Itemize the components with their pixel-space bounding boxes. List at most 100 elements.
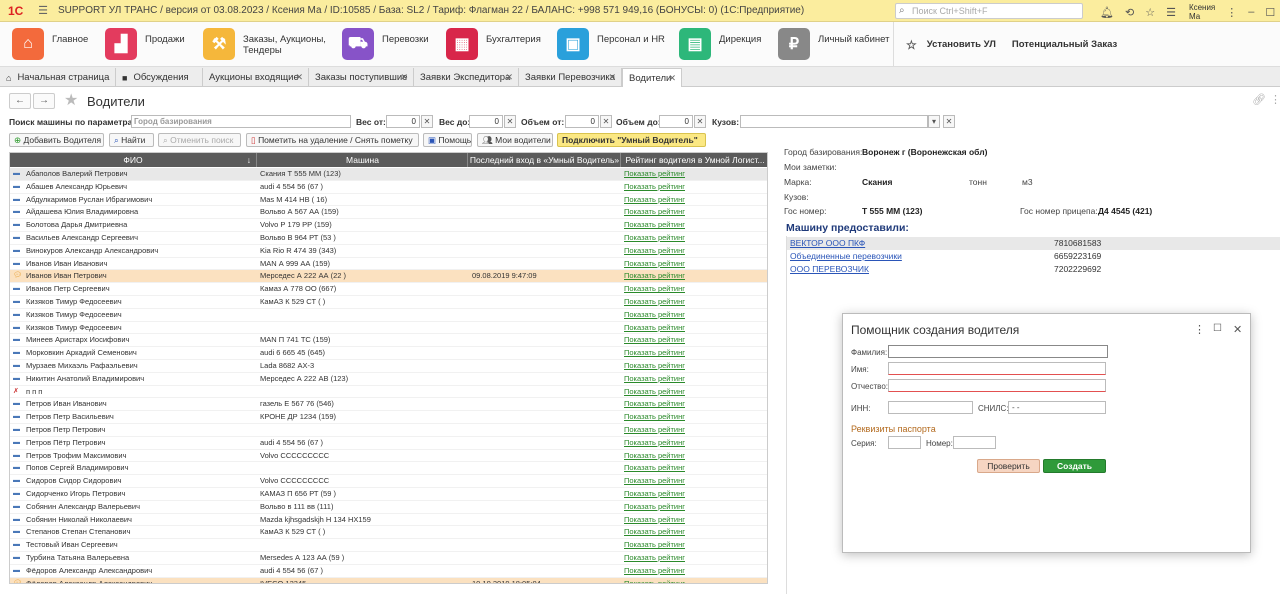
tab-forwarder-requests[interactable]: Заявки Экспедитора ✕: [414, 68, 519, 87]
provider-row[interactable]: ООО ПЕРЕВОЗЧИК 7202229692: [786, 263, 1280, 276]
table-row[interactable]: ▬ Винокуров Александр Александрович Kia Ri…: [10, 245, 767, 258]
favorites-star-icon[interactable]: ☆: [906, 38, 917, 52]
clear-volume-to-icon[interactable]: ✕: [694, 115, 706, 128]
table-row[interactable]: ▬ Мурзаев Михаэль Рафаэльевич Lada 8682 АХ…: [10, 360, 767, 373]
show-rating-link[interactable]: Показать рейтинг: [624, 398, 764, 411]
close-tab-icon[interactable]: ✕: [668, 73, 676, 84]
show-rating-link[interactable]: Показать рейтинг: [624, 322, 764, 335]
tab-carrier-requests[interactable]: Заявки Перевозчика ✕: [519, 68, 622, 87]
table-row[interactable]: 💬︎ Фёдоров Александр Александрович IVECO 1…: [10, 577, 767, 583]
tab-discussions[interactable]: ■ Обсуждения: [116, 68, 203, 87]
minimize-icon[interactable]: –: [1248, 6, 1254, 18]
table-row[interactable]: ▬ Фёдоров Александр Александрович audi 4 5…: [10, 565, 767, 578]
show-rating-link[interactable]: Показать рейтинг: [624, 437, 764, 450]
table-row[interactable]: ▬ Попов Сергей Владимирович Показать рейти…: [10, 462, 767, 476]
table-row[interactable]: ▬ Петров Пётр Петрович audi 4 554 56 (67 )…: [10, 437, 767, 450]
header-rating[interactable]: Рейтинг водителя в Умной Логист...: [622, 153, 767, 167]
show-rating-link[interactable]: Показать рейтинг: [624, 334, 764, 347]
more-actions-icon[interactable]: ⋮: [1270, 93, 1280, 106]
section-sales[interactable]: ▟ Продажи: [105, 28, 185, 60]
table-row[interactable]: ▬ Петров Иван Иванович газель Е 567 76 (54…: [10, 398, 767, 412]
show-rating-link[interactable]: Показать рейтинг: [624, 411, 764, 424]
weight-from-input[interactable]: 0: [386, 115, 420, 128]
show-rating-link[interactable]: Показать рейтинг: [624, 373, 764, 386]
clear-weight-to-icon[interactable]: ✕: [504, 115, 516, 128]
show-rating-link[interactable]: Показать рейтинг: [624, 360, 764, 373]
city-search-input[interactable]: Город базирования: [131, 115, 351, 128]
global-search-input[interactable]: ⌕ Поиск Ctrl+Shift+F: [895, 3, 1083, 19]
current-user[interactable]: Ксения Ма: [1189, 3, 1215, 21]
table-row[interactable]: ▬ Болотова Дарья Дмитриевна Volvo Р 179 РР…: [10, 219, 767, 232]
surname-input[interactable]: [888, 345, 1108, 358]
table-row[interactable]: ▬ Тестовый Иван Сергеевич Показать рейтинг: [10, 539, 767, 552]
table-row[interactable]: ▬ Степанов Степан Степанович КамАЗ К 529 С…: [10, 526, 767, 540]
add-driver-button[interactable]: ⊕ Добавить Водителя: [9, 133, 104, 147]
show-rating-link[interactable]: Показать рейтинг: [624, 194, 764, 207]
clear-weight-from-icon[interactable]: ✕: [421, 115, 433, 128]
provider-link[interactable]: ВЕКТОР ООО ПКФ: [790, 238, 865, 248]
cancel-search-button[interactable]: ⌕ Отменить поиск: [158, 133, 241, 147]
table-row[interactable]: ▬ Сидорченко Игорь Петрович КАМАЗ П 656 РТ…: [10, 488, 767, 501]
section-transport[interactable]: ⛟ Перевозки: [342, 28, 429, 60]
create-button[interactable]: Создать: [1043, 459, 1106, 473]
table-row[interactable]: ▬ Собянин Николай Николаевич Mazda kjhsgad…: [10, 514, 767, 527]
close-tab-icon[interactable]: ✕: [608, 72, 616, 83]
table-row[interactable]: ▬ Иванов Иван Иванович MAN А 999 АА (159) П…: [10, 258, 767, 271]
show-rating-link[interactable]: Показать рейтинг: [624, 296, 764, 309]
passport-number-input[interactable]: [953, 436, 996, 449]
provider-link[interactable]: Объединенные перевозчики: [790, 251, 902, 261]
show-rating-link[interactable]: Показать рейтинг: [624, 232, 764, 245]
mark-delete-button[interactable]: ▯ Пометить на удаление / Снять пометку: [246, 133, 419, 147]
tab-orders[interactable]: Заказы поступившие ✕: [309, 68, 414, 87]
chevron-down-icon[interactable]: ▾: [928, 115, 940, 128]
maximize-icon[interactable]: ☐: [1265, 6, 1275, 19]
show-rating-link[interactable]: Показать рейтинг: [624, 283, 764, 296]
dialog-more-icon[interactable]: ⋮: [1194, 323, 1205, 336]
table-row[interactable]: ▬ Кизяков Тимур Федосеевич Показать рейтин…: [10, 309, 767, 322]
show-rating-link[interactable]: Показать рейтинг: [624, 386, 764, 399]
provider-row[interactable]: ВЕКТОР ООО ПКФ 7810681583: [786, 237, 1280, 250]
show-rating-link[interactable]: Показать рейтинг: [624, 539, 764, 552]
show-rating-link[interactable]: Показать рейтинг: [624, 450, 764, 463]
tab-home[interactable]: ⌂ Начальная страница: [0, 68, 116, 87]
table-row[interactable]: ▬ Сидоров Сидор Сидорович Volvo ССССССССС П…: [10, 475, 767, 488]
user-menu-icon[interactable]: ☰: [1166, 6, 1176, 19]
table-row[interactable]: ▬ Кизяков Тимур Федосеевич КамАЗ К 529 СТ …: [10, 296, 767, 309]
patronymic-input[interactable]: [888, 379, 1106, 392]
table-row[interactable]: ▬ Абаполов Валерий Петрович Скания Т 555 М…: [10, 168, 767, 181]
show-rating-link[interactable]: Показать рейтинг: [624, 514, 764, 527]
close-tab-icon[interactable]: ✕: [400, 72, 408, 83]
show-rating-link[interactable]: Показать рейтинг: [624, 501, 764, 514]
potential-order-button[interactable]: Потенциальный Заказ: [1012, 39, 1117, 50]
install-ul-button[interactable]: Установить УЛ: [927, 39, 996, 50]
show-rating-link[interactable]: Показать рейтинг: [624, 206, 764, 219]
table-row[interactable]: ▬ Кизяков Тимур Федосеевич Показать рейтин…: [10, 322, 767, 335]
table-row[interactable]: ▬ Собянин Александр Валерьевич Вольво в 11…: [10, 501, 767, 514]
window-more-icon[interactable]: ⋮: [1226, 6, 1237, 19]
show-rating-link[interactable]: Показать рейтинг: [624, 181, 764, 194]
menu-icon[interactable]: ☰: [36, 4, 50, 17]
add-favorite-star-icon[interactable]: ★: [64, 90, 78, 110]
favorites-star-icon[interactable]: ☆: [1145, 6, 1155, 19]
table-row[interactable]: ✗ п п п Показать рейтинг: [10, 386, 767, 399]
show-rating-link[interactable]: Показать рейтинг: [624, 578, 764, 583]
close-tab-icon[interactable]: ✕: [505, 72, 513, 83]
tab-drivers[interactable]: Водители ✕: [622, 68, 682, 87]
section-hr[interactable]: ▣ Персонал и HR: [557, 28, 665, 60]
tab-auctions[interactable]: Аукционы входящие ✕: [203, 68, 309, 87]
clear-body-type-icon[interactable]: ✕: [943, 115, 955, 128]
help-button[interactable]: ▣ Помощь: [423, 133, 472, 147]
header-last-login[interactable]: Последний вход в «Умный Водитель»: [469, 153, 621, 167]
table-row[interactable]: ▬ Айдашева Юлия Владимировна Вольво А 567 …: [10, 206, 767, 220]
show-rating-link[interactable]: Показать рейтинг: [624, 565, 764, 578]
show-rating-link[interactable]: Показать рейтинг: [624, 270, 764, 283]
table-row[interactable]: ▬ Петров Петр Васильевич КРОНЕ ДР 1234 (15…: [10, 411, 767, 424]
history-icon[interactable]: ⟲: [1125, 6, 1134, 19]
section-directorate[interactable]: ▤ Дирекция: [679, 28, 761, 60]
body-type-select[interactable]: [740, 115, 928, 128]
smart-driver-button[interactable]: Подключить "Умный Водитель": [557, 133, 706, 147]
table-row[interactable]: ▬ Морковкин Аркадий Семенович audi 6 665 4…: [10, 347, 767, 360]
table-row[interactable]: ▬ Абдулкаримов Руслан Ибрагимович Mas М 41…: [10, 194, 767, 207]
table-row[interactable]: ▬ Минеев Аристарх Иосифович MAN П 741 ТС (…: [10, 334, 767, 348]
dialog-close-icon[interactable]: ✕: [1233, 323, 1242, 336]
